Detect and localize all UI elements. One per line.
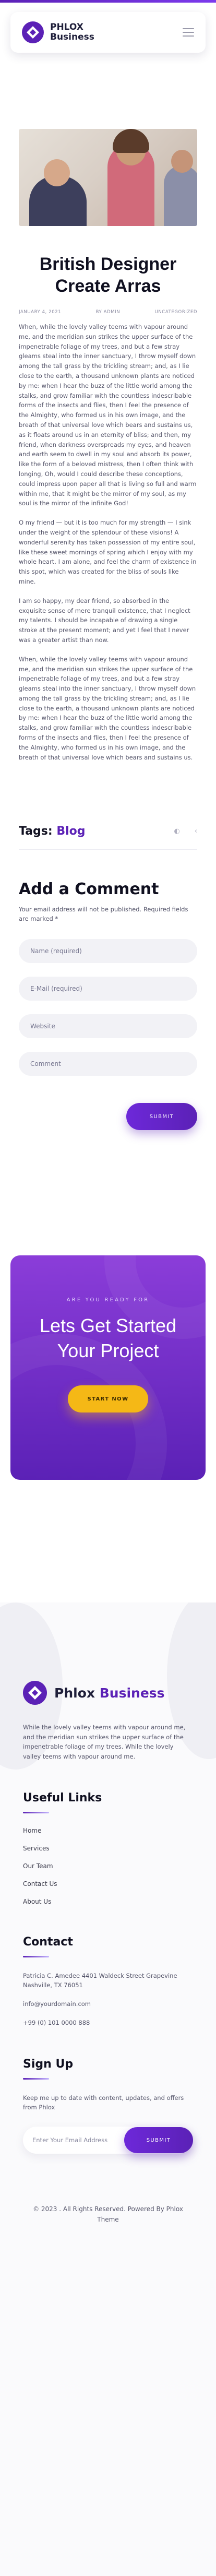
comment-heading: Add a Comment: [19, 880, 159, 899]
tags-label: Tags:: [19, 825, 53, 838]
footer-link-services[interactable]: Services: [23, 1845, 193, 1852]
email-field[interactable]: [19, 977, 197, 1001]
contact-info: Patricia C. Amedee 4401 Waldeck Street G…: [23, 1971, 193, 2027]
cta-kicker: ARE YOU READY FOR: [66, 1297, 150, 1303]
comment-submit-button[interactable]: SUBMIT: [126, 1103, 197, 1131]
brand-line-2: Business: [50, 32, 94, 42]
newsletter-email-input[interactable]: [32, 2136, 121, 2144]
website-field[interactable]: [19, 1014, 197, 1039]
post-featured-image: [19, 129, 197, 226]
start-now-button[interactable]: START NOW: [68, 1385, 148, 1413]
post-category[interactable]: UNCATEGORIZED: [155, 310, 197, 315]
footer-link-our-team[interactable]: Our Team: [23, 1862, 193, 1870]
footer-link-about-us[interactable]: About Us: [23, 1898, 193, 1905]
facebook-icon[interactable]: ◐: [174, 827, 179, 835]
divider: [19, 849, 197, 850]
post-paragraph: I am so happy, my dear friend, so absorb…: [19, 597, 190, 644]
comment-field[interactable]: [19, 1052, 197, 1076]
post-paragraph: When, while the lovely valley teems with…: [19, 323, 197, 507]
footer-link-home[interactable]: Home: [23, 1827, 193, 1834]
signup-heading: Sign Up: [23, 2058, 193, 2080]
post-paragraph: O my friend — but it is too much for my …: [19, 519, 197, 585]
cta-banner: ARE YOU READY FOR Lets Get Started Your …: [10, 1255, 206, 1480]
copyright: © 2023 . All Rights Reserved. Powered By…: [33, 2205, 183, 2223]
footer-link-contact-us[interactable]: Contact Us: [23, 1880, 193, 1888]
post-meta: JANUARY 4, 2021 BY ADMIN UNCATEGORIZED: [19, 310, 197, 315]
logo-icon: [22, 21, 44, 43]
newsletter-form: SUBMIT: [23, 2127, 193, 2154]
post-date: JANUARY 4, 2021: [19, 310, 62, 315]
useful-links-list: Home Services Our Team Contact Us About …: [23, 1827, 193, 1905]
logo-icon: [23, 1681, 47, 1705]
site-header: PHLOX Business: [10, 12, 206, 53]
hamburger-icon[interactable]: [183, 28, 194, 37]
post-author[interactable]: BY ADMIN: [96, 310, 121, 315]
post-body: When, while the lovely valley teems with…: [19, 322, 197, 762]
useful-links-heading: Useful Links: [23, 1791, 193, 1813]
post-paragraph: When, while the lovely valley teems with…: [19, 655, 196, 761]
brand-line-1: PHLOX: [50, 22, 83, 33]
tag-link[interactable]: Blog: [56, 825, 85, 838]
comment-note: Your email address will not be published…: [19, 906, 188, 923]
contact-heading: Contact: [23, 1936, 193, 1957]
post-title: British Designer Create Arras: [39, 254, 177, 296]
signup-text: Keep me up to date with content, updates…: [23, 2094, 184, 2111]
footer-about: While the lovely valley teems with vapou…: [23, 1724, 186, 1760]
footer-logo[interactable]: Phlox Business: [23, 1681, 216, 1705]
footer-brand-a: Phlox: [54, 1685, 95, 1701]
newsletter-submit-button[interactable]: SUBMIT: [124, 2127, 193, 2153]
post-tags: Tags: Blog ◐ ‹: [19, 825, 197, 838]
site-logo[interactable]: PHLOX Business: [22, 21, 94, 43]
cta-title: Lets Get Started Your Project: [39, 1315, 177, 1362]
contact-address: Patricia C. Amedee 4401 Waldeck Street G…: [23, 1972, 177, 1989]
contact-email[interactable]: info@yourdomain.com: [23, 1999, 193, 2009]
footer-brand-b: Business: [99, 1685, 165, 1701]
contact-phone[interactable]: +99 (0) 101 0000 888: [23, 2018, 193, 2027]
twitter-icon[interactable]: ‹: [195, 827, 197, 835]
share-icons: ◐ ‹: [174, 827, 197, 835]
site-footer: Phlox Business While the lovely valley t…: [0, 1602, 216, 2576]
name-field[interactable]: [19, 939, 197, 964]
